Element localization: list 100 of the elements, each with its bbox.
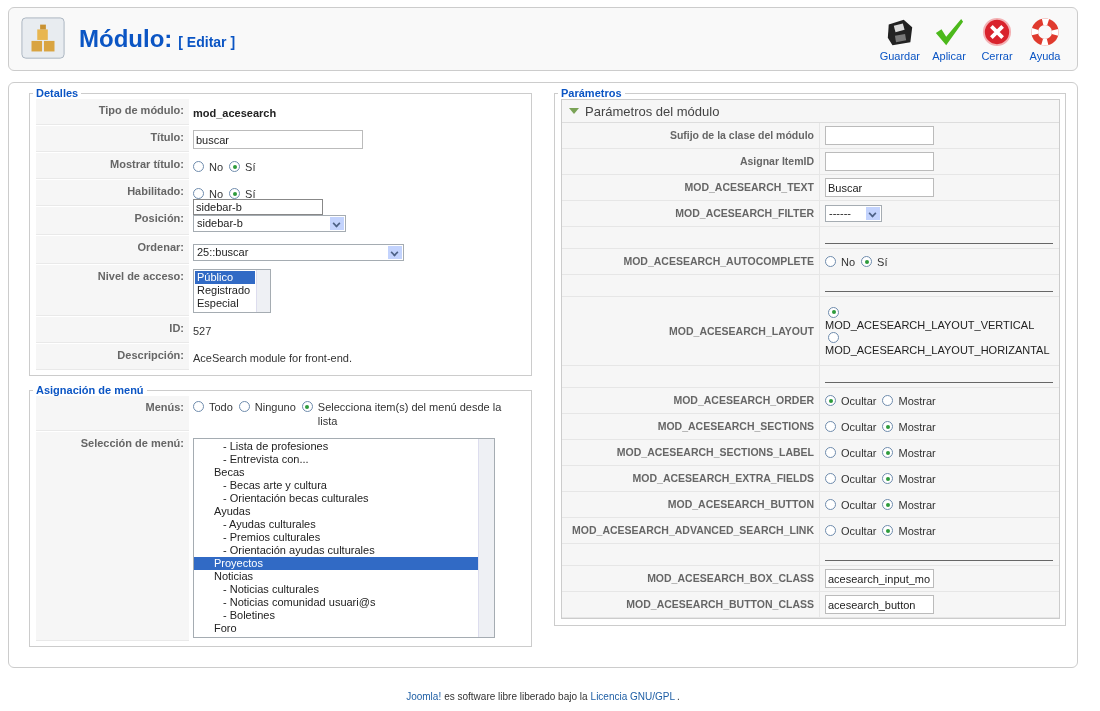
radio-button[interactable]	[828, 331, 839, 343]
scrollbar[interactable]	[256, 270, 270, 312]
text-input[interactable]	[825, 126, 934, 145]
radio-button[interactable]	[301, 401, 313, 412]
footer-link[interactable]: Joomla!	[406, 691, 442, 702]
module-boxes-icon	[19, 16, 67, 62]
radio-button[interactable]	[828, 306, 839, 318]
parameter-label: MOD_ACESEARCH_BUTTON_CLASS	[562, 592, 820, 618]
field-label: Descripción:	[36, 344, 189, 370]
parameter-label: MOD_ACESEARCH_FILTER	[562, 201, 820, 227]
close-icon	[982, 16, 1012, 47]
radio-label: Selecciona item(s) del menú desde la lista	[317, 400, 503, 428]
radio-label: Mostrar	[898, 394, 936, 407]
radio-button[interactable]	[825, 447, 836, 458]
radio-label: MOD_ACESEARCH_LAYOUT_HORIZANTAL	[825, 343, 1050, 356]
radio-label: No	[209, 160, 224, 173]
field-label: Posición:	[36, 207, 189, 235]
radio-label: Mostrar	[898, 498, 936, 511]
help-button[interactable]: Ayuda	[1023, 16, 1067, 62]
text-input[interactable]: buscar	[193, 130, 363, 149]
dropdown[interactable]: sidebar-b	[193, 215, 346, 232]
radio-button[interactable]	[193, 401, 204, 412]
radio-button[interactable]	[825, 525, 836, 536]
menu-item-option[interactable]: - Noticias culturales	[194, 583, 478, 596]
radio-label: No	[209, 187, 224, 200]
fieldset-legend: Asignación de menú	[33, 384, 147, 396]
menu-item-option[interactable]: - Becas arte y cultura	[194, 479, 478, 492]
parameter-label: Sufijo de la clase del módulo	[562, 123, 820, 149]
menu-item-option[interactable]: - Noticias comunidad usuari@s	[194, 596, 478, 609]
field-label: Título:	[36, 126, 189, 152]
radio-button[interactable]	[825, 395, 836, 406]
menu-item-option[interactable]: Foro	[194, 622, 478, 635]
apply-button[interactable]: Aplicar	[927, 16, 971, 62]
parameter-label: MOD_ACESEARCH_EXTRA_FIELDS	[562, 466, 820, 492]
menu-item-option[interactable]: Ayudas	[194, 505, 478, 518]
field-label: Tipo de módulo:	[36, 99, 189, 125]
text-input[interactable]: Buscar	[825, 178, 934, 197]
radio-button[interactable]	[882, 473, 894, 484]
page-title: Módulo:	[79, 25, 173, 53]
save-button[interactable]: Guardar	[876, 16, 923, 62]
text-input[interactable]	[825, 152, 934, 171]
parameter-label: MOD_ACESEARCH_BUTTON	[562, 492, 820, 518]
menu-item-option[interactable]: - Lista de profesiones	[194, 440, 478, 453]
autocomplete-suggestion[interactable]: sidebar-b	[193, 199, 323, 215]
radio-label: Sí	[245, 187, 256, 200]
radio-button[interactable]	[825, 499, 836, 510]
field-value: AceSearch module for front-end.	[193, 351, 352, 364]
radio-button[interactable]	[825, 421, 836, 432]
menu-item-option[interactable]: Noticias	[194, 570, 478, 583]
radio-button[interactable]	[882, 525, 894, 536]
radio-button[interactable]	[861, 256, 873, 267]
radio-label: Mostrar	[898, 446, 936, 459]
module-type-value: mod_acesearch	[193, 106, 277, 119]
list-option[interactable]: Especial	[195, 297, 255, 310]
radio-button[interactable]	[882, 447, 894, 458]
parameter-label: Asignar ItemID	[562, 149, 820, 175]
list-option[interactable]: Público	[195, 271, 255, 284]
field-label: Ordenar:	[36, 236, 189, 264]
field-label: Nivel de acceso:	[36, 265, 189, 316]
scrollbar[interactable]	[478, 439, 494, 637]
parameter-label: MOD_ACESEARCH_BOX_CLASS	[562, 566, 820, 592]
menu-item-option[interactable]: - Orientación becas culturales	[194, 492, 478, 505]
radio-button[interactable]	[193, 161, 204, 172]
parameter-label: MOD_ACESEARCH_ADVANCED_SEARCH_LINK	[562, 518, 820, 544]
footer-link[interactable]: Licencia GNU/GPL	[590, 691, 676, 702]
radio-label: Ocultar	[841, 498, 877, 511]
dropdown[interactable]: 25::buscar	[193, 244, 404, 261]
radio-button[interactable]	[882, 395, 894, 406]
menu-item-option[interactable]: - Orientación ayudas culturales	[194, 544, 478, 557]
radio-label: Ocultar	[841, 524, 877, 537]
radio-button[interactable]	[825, 473, 836, 484]
field-label: Selección de menú:	[36, 432, 189, 641]
radio-button[interactable]	[238, 401, 250, 412]
page-subtitle: [ Editar ]	[178, 34, 236, 50]
menu-item-option[interactable]: - Ayudas culturales	[194, 518, 478, 531]
fieldset-legend: Detalles	[33, 87, 82, 99]
field-label: ID:	[36, 317, 189, 343]
dropdown[interactable]: ------	[825, 205, 882, 222]
menu-item-option[interactable]: - Boletines	[194, 609, 478, 622]
radio-button[interactable]	[825, 256, 836, 267]
radio-button[interactable]	[882, 499, 894, 510]
text-input[interactable]: acesearch_input_mo	[825, 569, 934, 588]
radio-button[interactable]	[882, 421, 894, 432]
list-option[interactable]: Registrado	[195, 284, 255, 297]
close-button[interactable]: Cerrar	[975, 16, 1019, 62]
parameter-label: MOD_ACESEARCH_ORDER	[562, 388, 820, 414]
radio-label: Ocultar	[841, 394, 877, 407]
menu-item-option[interactable]: - Premios culturales	[194, 531, 478, 544]
menu-item-option[interactable]: - Entrevista con...	[194, 453, 478, 466]
radio-button[interactable]	[229, 161, 241, 172]
lifebuoy-icon	[1030, 16, 1060, 47]
parameter-label: MOD_ACESEARCH_SECTIONS_LABEL	[562, 440, 820, 466]
radio-label: Mostrar	[898, 420, 936, 433]
panel-header[interactable]: Parámetros del módulo	[562, 100, 1059, 123]
text-input[interactable]: acesearch_button	[825, 595, 934, 614]
menu-item-option[interactable]: Proyectos	[194, 557, 478, 570]
menu-item-option[interactable]: Becas	[194, 466, 478, 479]
radio-label: Ocultar	[841, 420, 877, 433]
radio-label: MOD_ACESEARCH_LAYOUT_VERTICAL	[825, 318, 1035, 331]
radio-label: Ninguno	[254, 400, 296, 414]
